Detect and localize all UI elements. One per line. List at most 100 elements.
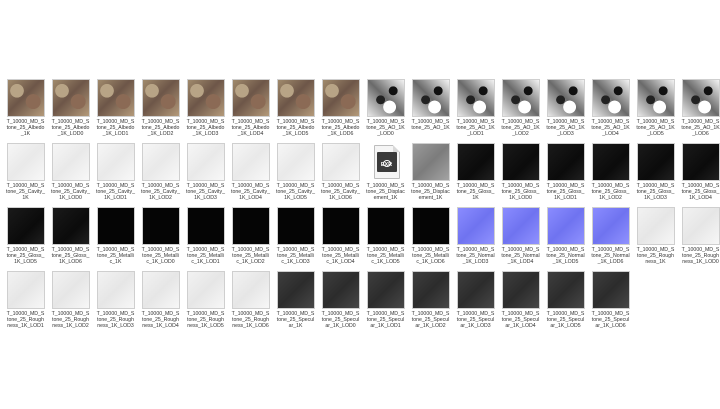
file-item[interactable]: T_10000_MD_Stone_25_Metallic_1K_LOD2 — [230, 207, 271, 271]
file-item[interactable]: T_10000_MD_Stone_25_Specular_1K_LOD0 — [320, 271, 361, 335]
file-item[interactable]: T_10000_MD_Stone_25_Gloss_1K_LOD3 — [635, 143, 676, 207]
file-thumbnail — [96, 207, 135, 245]
file-name-label: T_10000_MD_Stone_25_Gloss_1K_LOD5 — [6, 247, 45, 265]
file-item[interactable]: T_10000_MD_Stone_25_Specular_1K_LOD4 — [500, 271, 541, 335]
file-item[interactable]: T_10000_MD_Stone_25_Cavity_1K_LOD2 — [140, 143, 181, 207]
file-item[interactable]: T_10000_MD_Stone_25_Gloss_1K_LOD4 — [680, 143, 720, 207]
file-item[interactable]: T_10000_MD_Stone_25_Cavity_1K_LOD1 — [95, 143, 136, 207]
file-thumbnail — [6, 143, 45, 181]
file-name-label: T_10000_MD_Stone_25_Metallic_1K_LOD4 — [321, 247, 360, 265]
file-item[interactable]: T_10000_MD_Stone_25_AO_1K_LOD2 — [500, 79, 541, 143]
file-item[interactable]: T_10000_MD_Stone_25_AO_1K_LOD5 — [635, 79, 676, 143]
file-thumbnail — [321, 271, 360, 309]
file-thumbnail — [51, 207, 90, 245]
file-item[interactable]: T_10000_MD_Stone_25_AO_1K_LOD6 — [680, 79, 720, 143]
file-item[interactable]: T_10000_MD_Stone_25_Specular_1K_LOD1 — [365, 271, 406, 335]
file-item[interactable]: T_10000_MD_Stone_25_Specular_1K_LOD2 — [410, 271, 451, 335]
file-item[interactable]: T_10000_MD_Stone_25_Specular_1K_LOD5 — [545, 271, 586, 335]
file-name-label: T_10000_MD_Stone_25_Albedo_1K_LOD2 — [141, 119, 180, 137]
file-item[interactable]: T_10000_MD_Stone_25_AO_1K_LOD3 — [545, 79, 586, 143]
file-item[interactable]: T_10000_MD_Stone_25_Albedo_1K_LOD2 — [140, 79, 181, 143]
file-item[interactable]: T_10000_MD_Stone_25_Gloss_1K_LOD0 — [500, 143, 541, 207]
file-item[interactable]: T_10000_MD_Stone_25_Specular_1K_LOD3 — [455, 271, 496, 335]
file-thumbnail — [186, 271, 225, 309]
file-item[interactable]: T_10000_MD_Stone_25_Normal_1K_LOD5 — [545, 207, 586, 271]
file-item[interactable]: T_10000_MD_Stone_25_Albedo_1K_LOD4 — [230, 79, 271, 143]
file-item[interactable]: T_10000_MD_Stone_25_Albedo_1K — [5, 79, 46, 143]
file-item[interactable]: T_10000_MD_Stone_25_Gloss_1K_LOD6 — [50, 207, 91, 271]
file-item[interactable]: T_10000_MD_Stone_25_Metallic_1K_LOD0 — [140, 207, 181, 271]
file-item[interactable]: T_10000_MD_Stone_25_Gloss_1K_LOD2 — [590, 143, 631, 207]
file-item[interactable]: T_10000_MD_Stone_25_Metallic_1K_LOD6 — [410, 207, 451, 271]
file-thumbnail — [6, 207, 45, 245]
file-item[interactable]: T_10000_MD_Stone_25_Gloss_1K_LOD5 — [5, 207, 46, 271]
file-item[interactable]: T_10000_MD_Stone_25_Specular_1K_LOD6 — [590, 271, 631, 335]
file-item[interactable]: T_10000_MD_Stone_25_Cavity_1K_LOD6 — [320, 143, 361, 207]
file-item[interactable]: T_10000_MD_Stone_25_Albedo_1K_LOD1 — [95, 79, 136, 143]
file-item[interactable]: T_10000_MD_Stone_25_Specular_1K — [275, 271, 316, 335]
file-name-label: T_10000_MD_Stone_25_Roughness_1K_LOD0 — [681, 247, 720, 265]
file-thumbnail — [591, 79, 630, 117]
file-name-label: T_10000_MD_Stone_25_Cavity_1K_LOD4 — [231, 183, 270, 201]
file-name-label: T_10000_MD_Stone_25_Gloss_1K — [456, 183, 495, 201]
file-thumbnail — [636, 143, 675, 181]
file-item[interactable]: T_10000_MD_Stone_25_Roughness_1K_LOD1 — [5, 271, 46, 335]
file-name-label: T_10000_MD_Stone_25_Specular_1K_LOD1 — [366, 311, 405, 329]
file-thumbnail — [501, 79, 540, 117]
file-name-label: T_10000_MD_Stone_25_Metallic_1K_LOD2 — [231, 247, 270, 265]
file-thumbnail — [231, 143, 270, 181]
file-item[interactable]: T_10000_MD_Stone_25_Metallic_1K_LOD1 — [185, 207, 226, 271]
file-name-label: T_10000_MD_Stone_25_Albedo_1K_LOD0 — [51, 119, 90, 137]
file-item[interactable]: T_10000_MD_Stone_25_AO_1K_LOD1 — [455, 79, 496, 143]
file-item[interactable]: T_10000_MD_Stone_25_Albedo_1K_LOD6 — [320, 79, 361, 143]
file-item[interactable]: T_10000_MD_Stone_25_Normal_1K_LOD4 — [500, 207, 541, 271]
file-name-label: T_10000_MD_Stone_25_Normal_1K_LOD4 — [501, 247, 540, 265]
file-name-label: T_10000_MD_Stone_25_Roughness_1K_LOD4 — [141, 311, 180, 329]
file-item[interactable]: T_10000_MD_Stone_25_Displacement_1K — [410, 143, 451, 207]
file-thumbnail — [96, 79, 135, 117]
file-item[interactable]: T_10000_MD_Stone_25_Albedo_1K_LOD0 — [50, 79, 91, 143]
file-thumbnail — [141, 207, 180, 245]
file-item[interactable]: T_10000_MD_Stone_25_Roughness_1K — [635, 207, 676, 271]
file-name-label: T_10000_MD_Stone_25_Specular_1K_LOD0 — [321, 311, 360, 329]
file-item[interactable]: T_10000_MD_Stone_25_Cavity_1K_LOD3 — [185, 143, 226, 207]
file-item[interactable]: T_10000_MD_Stone_25_Roughness_1K_LOD5 — [185, 271, 226, 335]
file-item[interactable]: T_10000_MD_Stone_25_Cavity_1K_LOD5 — [275, 143, 316, 207]
file-item[interactable]: T_10000_MD_Stone_25_Albedo_1K_LOD5 — [275, 79, 316, 143]
file-item[interactable]: T_10000_MD_Stone_25_Roughness_1K_LOD3 — [95, 271, 136, 335]
file-item[interactable]: EXR T_10000_MD_Stone_25_Displacement_1K — [365, 143, 406, 207]
file-thumbnail — [411, 143, 450, 181]
file-item[interactable]: T_10000_MD_Stone_25_Metallic_1K_LOD3 — [275, 207, 316, 271]
file-item[interactable]: T_10000_MD_Stone_25_Gloss_1K — [455, 143, 496, 207]
file-name-label: T_10000_MD_Stone_25_Displacement_1K — [411, 183, 450, 201]
file-item[interactable]: T_10000_MD_Stone_25_Roughness_1K_LOD6 — [230, 271, 271, 335]
file-item[interactable]: T_10000_MD_Stone_25_Normal_1K_LOD6 — [590, 207, 631, 271]
file-item[interactable]: T_10000_MD_Stone_25_Cavity_1K_LOD4 — [230, 143, 271, 207]
file-thumbnail — [546, 143, 585, 181]
file-item[interactable]: T_10000_MD_Stone_25_Metallic_1K — [95, 207, 136, 271]
file-item[interactable]: T_10000_MD_Stone_25_Metallic_1K_LOD5 — [365, 207, 406, 271]
file-thumbnail — [141, 271, 180, 309]
file-thumbnail — [186, 143, 225, 181]
file-name-label: T_10000_MD_Stone_25_Specular_1K — [276, 311, 315, 329]
file-name-label: T_10000_MD_Stone_25_Metallic_1K — [96, 247, 135, 265]
file-name-label: T_10000_MD_Stone_25_AO_1K_LOD3 — [546, 119, 585, 137]
file-thumbnail — [546, 207, 585, 245]
file-item[interactable]: T_10000_MD_Stone_25_Metallic_1K_LOD4 — [320, 207, 361, 271]
file-name-label: T_10000_MD_Stone_25_Specular_1K_LOD6 — [591, 311, 630, 329]
file-name-label: T_10000_MD_Stone_25_Cavity_1K — [6, 183, 45, 201]
file-thumbnail — [321, 207, 360, 245]
file-item[interactable]: T_10000_MD_Stone_25_AO_1K — [410, 79, 451, 143]
file-item[interactable]: T_10000_MD_Stone_25_Cavity_1K — [5, 143, 46, 207]
file-item[interactable]: T_10000_MD_Stone_25_Roughness_1K_LOD0 — [680, 207, 720, 271]
file-item[interactable]: T_10000_MD_Stone_25_Gloss_1K_LOD1 — [545, 143, 586, 207]
file-item[interactable]: T_10000_MD_Stone_25_AO_1K_LOD0 — [365, 79, 406, 143]
file-item[interactable]: T_10000_MD_Stone_25_Roughness_1K_LOD2 — [50, 271, 91, 335]
file-item[interactable]: T_10000_MD_Stone_25_Roughness_1K_LOD4 — [140, 271, 181, 335]
file-thumbnail — [186, 207, 225, 245]
file-item[interactable]: T_10000_MD_Stone_25_Normal_1K_LOD3 — [455, 207, 496, 271]
file-item[interactable]: T_10000_MD_Stone_25_Albedo_1K_LOD3 — [185, 79, 226, 143]
file-thumbnail — [276, 143, 315, 181]
file-item[interactable]: T_10000_MD_Stone_25_AO_1K_LOD4 — [590, 79, 631, 143]
file-item[interactable]: T_10000_MD_Stone_25_Cavity_1K_LOD0 — [50, 143, 91, 207]
